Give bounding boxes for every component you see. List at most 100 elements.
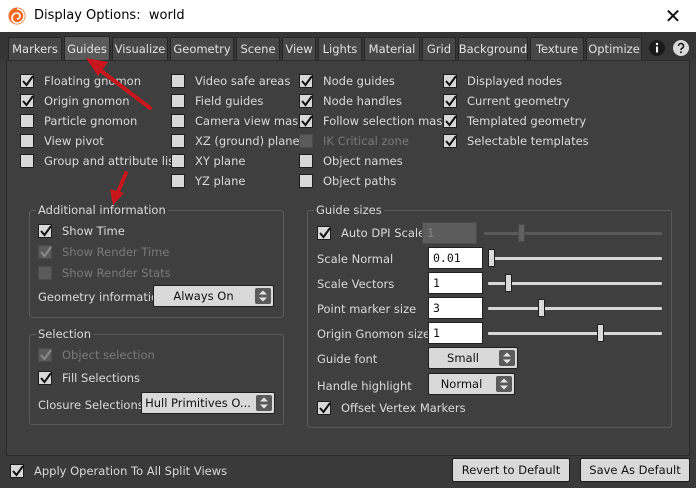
- updown-arrows-icon: [256, 395, 272, 411]
- checkbox-group-attribute-list[interactable]: Group and attribute list: [20, 153, 179, 169]
- checkmark-icon: [445, 115, 457, 127]
- checkbox-field-guides[interactable]: Field guides: [171, 93, 263, 109]
- checkbox-auto-dpi-scale[interactable]: Auto DPI Scale: [317, 225, 425, 241]
- checkbox-xz-plane[interactable]: XZ (ground) plane: [171, 133, 300, 149]
- houdini-logo-icon: [8, 7, 26, 25]
- tab-texture[interactable]: Texture: [530, 37, 584, 60]
- scale-normal-slider-handle[interactable]: [488, 249, 495, 267]
- point-marker-size-label: Point marker size: [317, 302, 417, 316]
- checkmark-icon: [40, 372, 52, 384]
- checkbox-floating-gnomon[interactable]: Floating gnomon: [20, 73, 141, 89]
- guide-font-label: Guide font: [317, 352, 378, 366]
- point-marker-size-slider-handle[interactable]: [538, 299, 546, 317]
- checkbox-selectable-templates[interactable]: Selectable templates: [443, 133, 589, 149]
- group-title: Selection: [36, 327, 93, 341]
- closure-selections-label: Closure Selections: [38, 398, 144, 412]
- checkbox-view-pivot[interactable]: View pivot: [20, 133, 104, 149]
- checkmark-icon: [445, 95, 457, 107]
- checkmark-icon: [301, 115, 313, 127]
- close-button[interactable]: ✕: [650, 0, 696, 32]
- help-icon[interactable]: [672, 39, 690, 57]
- origin-gnomon-size-slider-handle[interactable]: [596, 324, 604, 342]
- tab-scene[interactable]: Scene: [236, 37, 280, 60]
- scale-normal-label: Scale Normal: [317, 252, 394, 266]
- checkbox-origin-gnomon[interactable]: Origin gnomon: [20, 93, 130, 109]
- updown-arrows-icon: [499, 350, 515, 366]
- save-as-default-button[interactable]: Save As Default: [580, 458, 690, 482]
- checkmark-icon: [40, 225, 52, 237]
- checkbox-video-safe-areas[interactable]: Video safe areas: [171, 73, 290, 89]
- checkbox-follow-selection-mask[interactable]: Follow selection mask: [299, 113, 449, 129]
- tab-background[interactable]: Background: [458, 37, 528, 60]
- tab-markers[interactable]: Markers: [8, 37, 62, 60]
- guide-sizes-group: Guide sizes: [307, 203, 672, 428]
- checkbox-templated-geometry[interactable]: Templated geometry: [443, 113, 586, 129]
- close-icon: ✕: [664, 4, 682, 28]
- checkbox-camera-view-mask[interactable]: Camera view mask: [171, 113, 305, 129]
- tab-visualize[interactable]: Visualize: [112, 37, 168, 60]
- checkbox-object-paths[interactable]: Object paths: [299, 173, 396, 189]
- scale-normal-slider-track[interactable]: [488, 257, 662, 260]
- scale-normal-field[interactable]: 0.01: [428, 247, 483, 269]
- checkbox-ik-critical-zone: IK Critical zone: [299, 133, 409, 149]
- origin-gnomon-size-field[interactable]: 1: [428, 322, 483, 344]
- scale-vectors-slider-handle[interactable]: [504, 274, 512, 292]
- info-icon[interactable]: [648, 39, 666, 57]
- checkbox-fill-selections[interactable]: Fill Selections: [38, 370, 140, 386]
- checkmark-icon: [301, 75, 313, 87]
- auto-dpi-slider-handle: [518, 224, 526, 242]
- checkmark-icon: [12, 465, 24, 477]
- checkbox-object-selection: Object selection: [38, 347, 155, 363]
- checkmark-icon: [445, 75, 457, 87]
- tab-bar: Markers Guides Visualize Geometry Scene …: [0, 32, 696, 60]
- guide-font-dropdown[interactable]: Small: [428, 347, 518, 369]
- checkbox-current-geometry[interactable]: Current geometry: [443, 93, 570, 109]
- group-title: Additional information: [36, 203, 168, 217]
- tab-view[interactable]: View: [282, 37, 316, 60]
- checkbox-yz-plane[interactable]: YZ plane: [171, 173, 245, 189]
- checkbox-show-render-time: Show Render Time: [38, 244, 169, 260]
- checkbox-displayed-nodes[interactable]: Displayed nodes: [443, 73, 562, 89]
- checkmark-icon: [319, 227, 331, 239]
- checkbox-apply-all-split-views[interactable]: Apply Operation To All Split Views: [10, 463, 227, 479]
- group-title: Guide sizes: [314, 203, 384, 217]
- updown-arrows-icon: [496, 376, 512, 392]
- handle-highlight-dropdown[interactable]: Normal: [428, 373, 515, 395]
- checkmark-icon: [445, 135, 457, 147]
- checkmark-icon: [22, 75, 34, 87]
- checkbox-xy-plane[interactable]: XY plane: [171, 153, 245, 169]
- window-title: Display Options: world: [34, 8, 185, 23]
- geometry-information-dropdown[interactable]: Always On: [153, 285, 274, 307]
- checkbox-show-render-stats: Show Render Stats: [38, 265, 171, 281]
- tab-material[interactable]: Material: [364, 37, 420, 60]
- checkbox-particle-gnomon[interactable]: Particle gnomon: [20, 113, 137, 129]
- title-bar: Display Options: world ✕: [0, 0, 696, 32]
- scale-vectors-label: Scale Vectors: [317, 277, 395, 291]
- checkbox-show-time[interactable]: Show Time: [38, 223, 125, 239]
- checkmark-icon: [301, 95, 313, 107]
- origin-gnomon-size-label: Origin Gnomon size: [317, 327, 431, 341]
- checkmark-icon: [40, 349, 52, 361]
- scale-vectors-slider-track[interactable]: [488, 282, 662, 285]
- checkbox-offset-vertex-markers[interactable]: Offset Vertex Markers: [317, 400, 466, 416]
- revert-to-default-button[interactable]: Revert to Default: [452, 458, 570, 482]
- checkmark-icon: [40, 246, 52, 258]
- tab-optimize[interactable]: Optimize: [586, 37, 642, 60]
- tab-grid[interactable]: Grid: [422, 37, 456, 60]
- checkbox-object-names[interactable]: Object names: [299, 153, 403, 169]
- point-marker-size-field[interactable]: 3: [428, 297, 483, 319]
- origin-gnomon-size-slider-track[interactable]: [488, 332, 662, 335]
- point-marker-size-slider-track[interactable]: [488, 307, 662, 310]
- checkbox-node-handles[interactable]: Node handles: [299, 93, 402, 109]
- tab-guides[interactable]: Guides: [64, 36, 110, 60]
- geometry-information-label: Geometry information: [38, 290, 166, 304]
- scale-vectors-field[interactable]: 1: [428, 272, 483, 294]
- auto-dpi-value-field: 1: [422, 222, 477, 244]
- auto-dpi-slider-track: [484, 232, 662, 235]
- closure-selections-dropdown[interactable]: Hull Primitives O...: [141, 392, 275, 414]
- updown-arrows-icon: [255, 288, 271, 304]
- handle-highlight-label: Handle highlight: [317, 379, 412, 393]
- tab-lights[interactable]: Lights: [318, 37, 362, 60]
- tab-geometry[interactable]: Geometry: [170, 37, 234, 60]
- checkbox-node-guides[interactable]: Node guides: [299, 73, 395, 89]
